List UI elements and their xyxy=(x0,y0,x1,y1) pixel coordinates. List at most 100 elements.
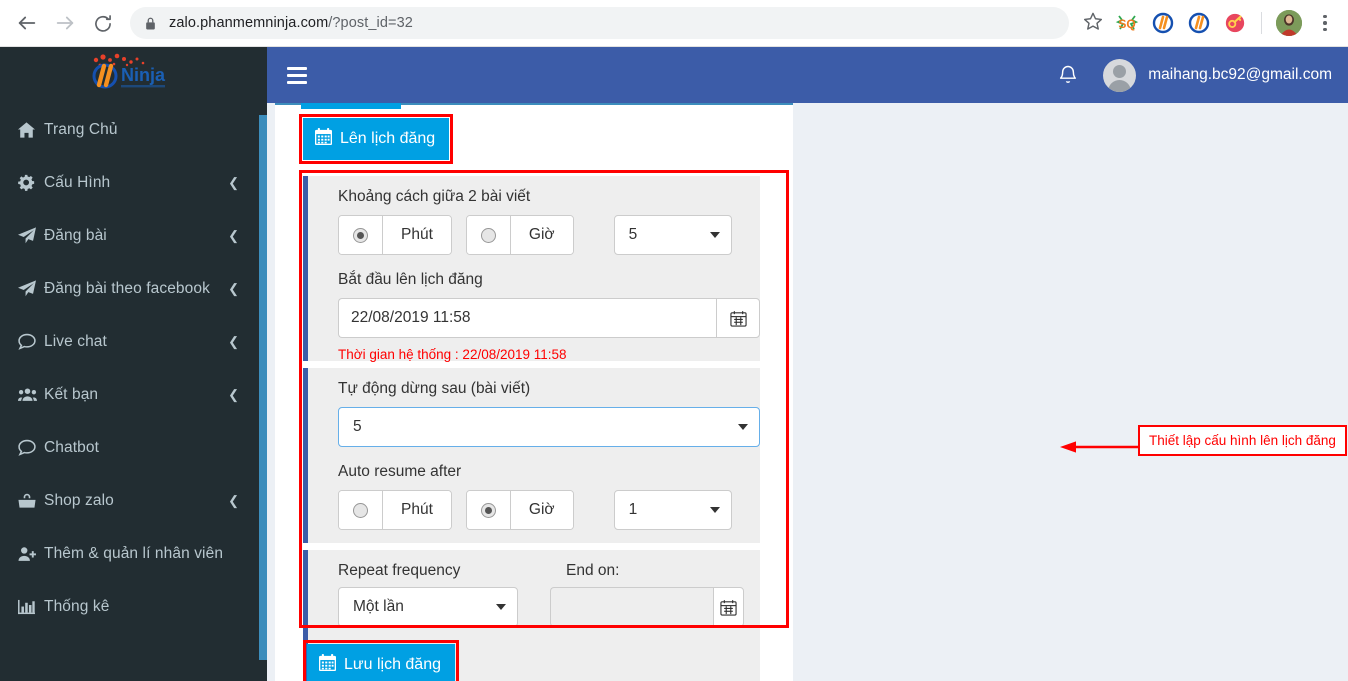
interval-unit-hour[interactable]: Giờ xyxy=(465,215,574,255)
back-arrow-icon xyxy=(18,16,36,30)
three-dots-menu-icon[interactable] xyxy=(1312,14,1338,32)
auto-stop-value: 5 xyxy=(353,418,362,435)
repeat-frequency-value: Một lần xyxy=(353,598,404,615)
bar-chart-icon xyxy=(18,599,44,615)
sidebar-scrollbar-thumb[interactable] xyxy=(259,115,267,660)
auto-resume-label: Auto resume after xyxy=(338,463,462,480)
interval-value-select[interactable]: 5 xyxy=(613,215,732,255)
resume-value-select[interactable]: 1 xyxy=(613,490,732,530)
sidebar-label: Chatbot xyxy=(44,438,99,456)
radio-minute[interactable] xyxy=(339,216,383,254)
sidebar-item-dang-bai[interactable]: Đăng bài ❮ xyxy=(0,209,267,262)
annotation-text: Thiết lập cấu hình lên lịch đăng xyxy=(1149,433,1336,448)
sidebar-label: Cấu Hình xyxy=(44,173,111,191)
sidebar-item-live-chat[interactable]: Live chat ❮ xyxy=(0,315,267,368)
end-on-group xyxy=(550,587,744,627)
auto-stop-select[interactable]: 5 xyxy=(338,407,760,447)
url-text: zalo.phanmemninja.com/?post_id=32 xyxy=(169,15,413,31)
chevron-left-icon: ❮ xyxy=(228,280,239,296)
extension-key-icon[interactable] xyxy=(1222,10,1248,36)
repeat-frequency-label: Repeat frequency xyxy=(338,562,461,579)
start-datetime-group xyxy=(338,298,760,338)
extension-ninja-icon-1[interactable] xyxy=(1150,10,1176,36)
luu-lich-dang-button[interactable]: Lưu lịch đăng xyxy=(307,644,455,681)
resume-value: 1 xyxy=(628,501,638,518)
browser-toolbar: zalo.phanmemninja.com/?post_id=32 SQ xyxy=(0,0,1348,47)
sidebar-scrollbar-track[interactable] xyxy=(259,47,267,681)
content-area: Lên lịch đăng Khoảng cách giữa 2 bài viế… xyxy=(267,103,1348,681)
len-lich-dang-button[interactable]: Lên lịch đăng xyxy=(303,118,450,160)
sidebar-item-chatbot[interactable]: Chatbot xyxy=(0,421,267,474)
schedule-button-highlight: Lên lịch đăng xyxy=(299,114,454,164)
end-on-input[interactable] xyxy=(550,587,714,627)
user-plus-icon xyxy=(18,546,44,562)
reload-button[interactable] xyxy=(86,6,120,40)
app-logo[interactable]: Ninja xyxy=(0,47,267,103)
sidebar-item-trang-chu[interactable]: Trang Chủ xyxy=(0,103,267,156)
system-time-note: Thời gian hệ thống : 22/08/2019 11:58 xyxy=(338,347,567,362)
start-datetime-input[interactable] xyxy=(338,298,716,338)
interval-label: Khoảng cách giữa 2 bài viết xyxy=(338,188,531,205)
start-calendar-button[interactable] xyxy=(716,298,760,338)
sidebar-label: Thống kê xyxy=(44,597,110,615)
panel-repeat-endon: Repeat frequency End on: Một lần xyxy=(303,550,760,633)
extension-ninja-icon-2[interactable] xyxy=(1186,10,1212,36)
gear-icon xyxy=(18,174,44,191)
chevron-left-icon: ❮ xyxy=(228,492,239,508)
resume-unit-hour[interactable]: Giờ xyxy=(465,490,574,530)
sidebar-item-ket-ban[interactable]: Kết bạn ❮ xyxy=(0,368,267,421)
button-label: Lên lịch đăng xyxy=(340,130,436,147)
extension-sq-icon[interactable]: SQ xyxy=(1114,10,1140,36)
reload-icon xyxy=(95,15,111,32)
notification-bell-icon[interactable] xyxy=(1043,47,1093,103)
radio-dot-icon xyxy=(480,227,496,243)
resume-unit-minute[interactable]: Phút xyxy=(338,490,452,530)
end-on-label: End on: xyxy=(566,562,620,579)
bookmark-star-icon[interactable] xyxy=(1077,11,1109,36)
chat-bubble-icon xyxy=(18,333,44,350)
svg-text:SQ: SQ xyxy=(1118,17,1135,31)
profile-avatar[interactable] xyxy=(1276,10,1302,36)
toolbar-divider xyxy=(1261,12,1262,34)
annotation-callout: Thiết lập cấu hình lên lịch đăng xyxy=(1138,425,1347,456)
back-button[interactable] xyxy=(10,6,44,40)
user-avatar-icon xyxy=(1103,58,1137,92)
button-label: Lưu lịch đăng xyxy=(344,656,441,673)
repeat-endon-labels: Repeat frequency End on: xyxy=(338,562,744,587)
sidebar-item-cau-hinh[interactable]: Cấu Hình ❮ xyxy=(0,156,267,209)
lock-icon xyxy=(144,16,157,31)
sidebar-item-dang-bai-theo-facebook[interactable]: Đăng bài theo facebook ❮ xyxy=(0,262,267,315)
tab-partial-above[interactable] xyxy=(301,103,401,109)
auto-stop-label: Tự động dừng sau (bài viết) xyxy=(338,380,531,397)
radio-hour[interactable] xyxy=(466,216,511,254)
chevron-left-icon: ❮ xyxy=(228,386,239,402)
sidebar-item-thong-ke[interactable]: Thống kê xyxy=(0,580,267,633)
panel-interval-start: Khoảng cách giữa 2 bài viết Phút Giờ 5 B… xyxy=(303,176,760,362)
url-host: zalo.phanmemninja.com xyxy=(169,15,329,31)
address-bar[interactable]: zalo.phanmemninja.com/?post_id=32 xyxy=(130,7,1069,39)
panel-autostop-resume: Tự động dừng sau (bài viết) 5 Auto resum… xyxy=(303,368,760,543)
sidebar-item-them-quan-li-nhan-vien[interactable]: Thêm & quản lí nhân viên xyxy=(0,527,267,580)
radio-hour[interactable] xyxy=(466,491,511,529)
shop-bag-icon xyxy=(18,493,44,509)
paper-plane-icon xyxy=(18,280,44,297)
forward-button[interactable] xyxy=(48,6,82,40)
svg-text:Ninja: Ninja xyxy=(121,65,166,85)
save-button-highlight: Lưu lịch đăng xyxy=(303,640,459,681)
repeat-frequency-select[interactable]: Một lần xyxy=(338,587,518,627)
sidebar-label: Thêm & quản lí nhân viên xyxy=(44,544,224,562)
chevron-down-icon xyxy=(496,604,506,610)
interval-unit-minute[interactable]: Phút xyxy=(338,215,452,255)
radio-minute[interactable] xyxy=(339,491,383,529)
hamburger-menu-icon[interactable] xyxy=(267,47,319,103)
sidebar-label: Trang Chủ xyxy=(44,120,118,138)
end-on-calendar-button[interactable] xyxy=(713,587,744,627)
sidebar-label: Đăng bài theo facebook xyxy=(44,279,210,297)
sidebar: Ninja Trang Chủ Cấu Hình ❮ Đăng bài ❮ Đă… xyxy=(0,47,267,681)
interval-value: 5 xyxy=(628,226,638,243)
chevron-down-icon xyxy=(709,232,720,238)
chevron-left-icon: ❮ xyxy=(228,333,239,349)
radio-hour-label: Giờ xyxy=(510,491,573,529)
user-menu[interactable]: maihang.bc92@gmail.com xyxy=(1093,47,1348,103)
sidebar-item-shop-zalo[interactable]: Shop zalo ❮ xyxy=(0,474,267,527)
